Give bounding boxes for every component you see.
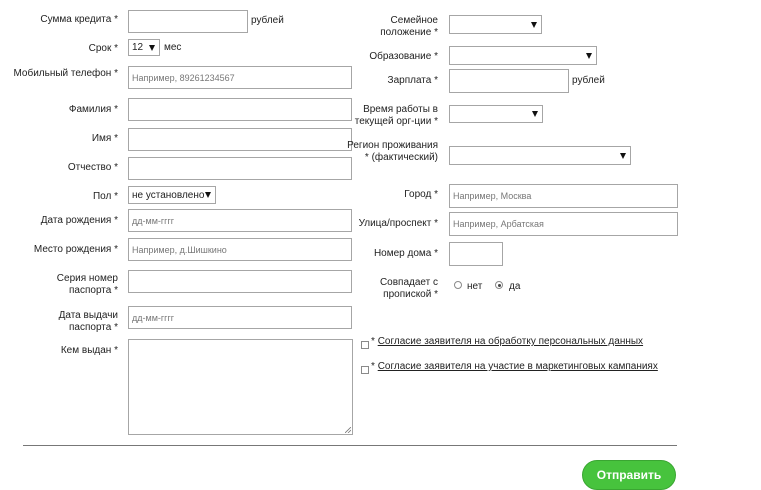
birthdate-input[interactable]: дд-мм-гггг bbox=[128, 209, 352, 232]
house-input[interactable] bbox=[449, 242, 503, 266]
amount-input[interactable] bbox=[128, 10, 248, 33]
personal-data-link[interactable]: Согласие заявителя на обработку персонал… bbox=[378, 336, 643, 347]
house-label: Номер дома * bbox=[373, 248, 438, 259]
amount-unit: рублей bbox=[251, 15, 284, 26]
work-time-select[interactable] bbox=[449, 105, 543, 123]
name-input[interactable] bbox=[128, 128, 352, 151]
submit-button[interactable]: Отправить bbox=[582, 460, 676, 490]
salary-input[interactable] bbox=[449, 69, 569, 93]
gender-select-value: не установлено bbox=[132, 189, 205, 201]
required-star: * bbox=[371, 361, 375, 372]
divider bbox=[23, 445, 677, 446]
chevron-down-icon bbox=[620, 152, 626, 159]
passport-series-input[interactable] bbox=[128, 270, 352, 293]
patronymic-input[interactable] bbox=[128, 157, 352, 180]
street-input[interactable]: Например, Арбатская bbox=[449, 212, 678, 236]
personal-data-agreement: * Согласие заявителя на обработку персон… bbox=[371, 336, 643, 347]
surname-input[interactable] bbox=[128, 98, 352, 121]
chevron-down-icon bbox=[531, 21, 537, 28]
term-select[interactable]: 12 bbox=[128, 39, 160, 56]
amount-label: Сумма кредита * bbox=[40, 14, 118, 25]
marketing-agreement: * Согласие заявителя на участие в маркет… bbox=[371, 361, 658, 372]
salary-unit: рублей bbox=[572, 75, 605, 86]
birthplace-label: Место рождения * bbox=[33, 244, 118, 255]
mobile-label: Мобильный телефон * bbox=[13, 68, 118, 79]
patronymic-label: Отчество * bbox=[67, 162, 118, 173]
passport-date-label: Дата выдачи паспорта * bbox=[58, 310, 118, 333]
salary-label: Зарплата * bbox=[387, 75, 438, 86]
issued-by-textarea[interactable] bbox=[128, 339, 353, 435]
marital-select[interactable] bbox=[449, 15, 542, 34]
region-select[interactable] bbox=[449, 146, 631, 165]
passport-date-input[interactable]: дд-мм-гггг bbox=[128, 306, 352, 329]
chevron-down-icon bbox=[149, 44, 155, 51]
registration-yes-label: да bbox=[509, 281, 521, 292]
gender-select[interactable]: не установлено bbox=[128, 186, 216, 204]
resize-grip-icon[interactable] bbox=[345, 427, 351, 433]
marketing-link[interactable]: Согласие заявителя на участие в маркетин… bbox=[378, 361, 658, 372]
city-label: Город * bbox=[404, 189, 438, 200]
registration-no-radio[interactable] bbox=[454, 281, 462, 289]
registration-label: Совпадает с пропиской * bbox=[379, 277, 438, 300]
region-label: Регион проживания * (фактический) bbox=[347, 140, 438, 163]
city-input[interactable]: Например, Москва bbox=[449, 184, 678, 208]
passport-series-label: Серия номер паспорта * bbox=[56, 273, 118, 296]
term-label: Срок * bbox=[88, 43, 118, 54]
marital-label: Семейное положение * bbox=[380, 15, 438, 38]
education-select[interactable] bbox=[449, 46, 597, 65]
surname-label: Фамилия * bbox=[68, 104, 118, 115]
work-time-label: Время работы в текущей орг-ции * bbox=[354, 104, 438, 127]
term-select-value: 12 bbox=[132, 42, 144, 53]
name-label: Имя * bbox=[91, 133, 118, 144]
birthdate-label: Дата рождения * bbox=[40, 215, 118, 226]
chevron-down-icon bbox=[532, 111, 538, 117]
marketing-checkbox[interactable] bbox=[361, 366, 369, 374]
chevron-down-icon bbox=[586, 52, 592, 59]
term-unit: мес bbox=[164, 42, 182, 53]
chevron-down-icon bbox=[205, 192, 211, 198]
issued-by-label: Кем выдан * bbox=[60, 345, 118, 356]
personal-data-checkbox[interactable] bbox=[361, 341, 369, 349]
gender-label: Пол * bbox=[92, 191, 118, 202]
education-label: Образование * bbox=[369, 51, 438, 62]
registration-yes-radio[interactable] bbox=[495, 281, 503, 289]
street-label: Улица/проспект * bbox=[358, 218, 438, 229]
birthplace-input[interactable]: Например, д.Шишкино bbox=[128, 238, 352, 261]
mobile-input[interactable]: Например, 89261234567 bbox=[128, 66, 352, 89]
required-star: * bbox=[371, 336, 375, 347]
registration-no-label: нет bbox=[467, 281, 483, 292]
